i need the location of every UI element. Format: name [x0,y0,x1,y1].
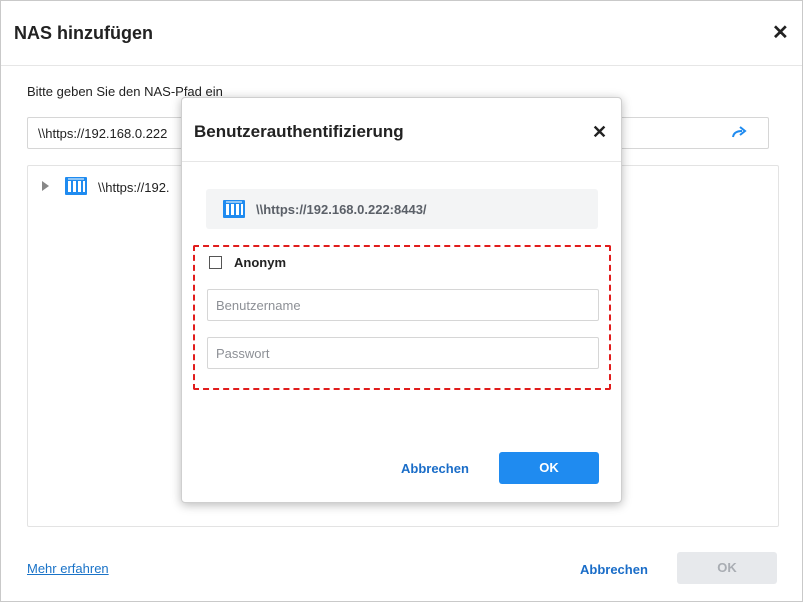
expand-arrow-icon[interactable] [42,181,49,191]
auth-dialog-header: Benutzerauthentifizierung ✕ [182,98,621,162]
dialog-header: NAS hinzufügen ✕ [1,1,802,66]
nas-device-icon [223,200,245,218]
anonymous-label[interactable]: Anonym [234,255,286,270]
ok-button-disabled: OK [677,552,777,584]
close-icon[interactable]: ✕ [772,23,789,43]
credentials-highlight: Anonym Benutzername Passwort [193,245,611,390]
username-placeholder: Benutzername [216,298,301,313]
auth-ok-button[interactable]: OK [499,452,599,484]
learn-more-link[interactable]: Mehr erfahren [27,561,109,576]
user-auth-dialog: Benutzerauthentifizierung ✕ \\https://19… [181,97,622,503]
server-path: \\https://192.168.0.222:8443/ [256,202,427,217]
tree-item-label[interactable]: \\https://192. [98,180,170,195]
auth-close-icon[interactable]: ✕ [592,122,607,142]
nas-path-value: \\https://192.168.0.222 [38,126,168,141]
dialog-title: NAS hinzufügen [14,23,153,43]
auth-dialog-title: Benutzerauthentifizierung [194,122,404,141]
username-field[interactable]: Benutzername [207,289,599,321]
anonymous-checkbox[interactable] [209,256,222,269]
arrow-right-icon[interactable] [730,124,748,142]
auth-cancel-button[interactable]: Abbrechen [401,461,469,476]
password-placeholder: Passwort [216,346,270,361]
server-path-box: \\https://192.168.0.222:8443/ [206,189,598,229]
cancel-button[interactable]: Abbrechen [580,562,648,577]
password-field[interactable]: Passwort [207,337,599,369]
nas-device-icon [65,177,87,195]
